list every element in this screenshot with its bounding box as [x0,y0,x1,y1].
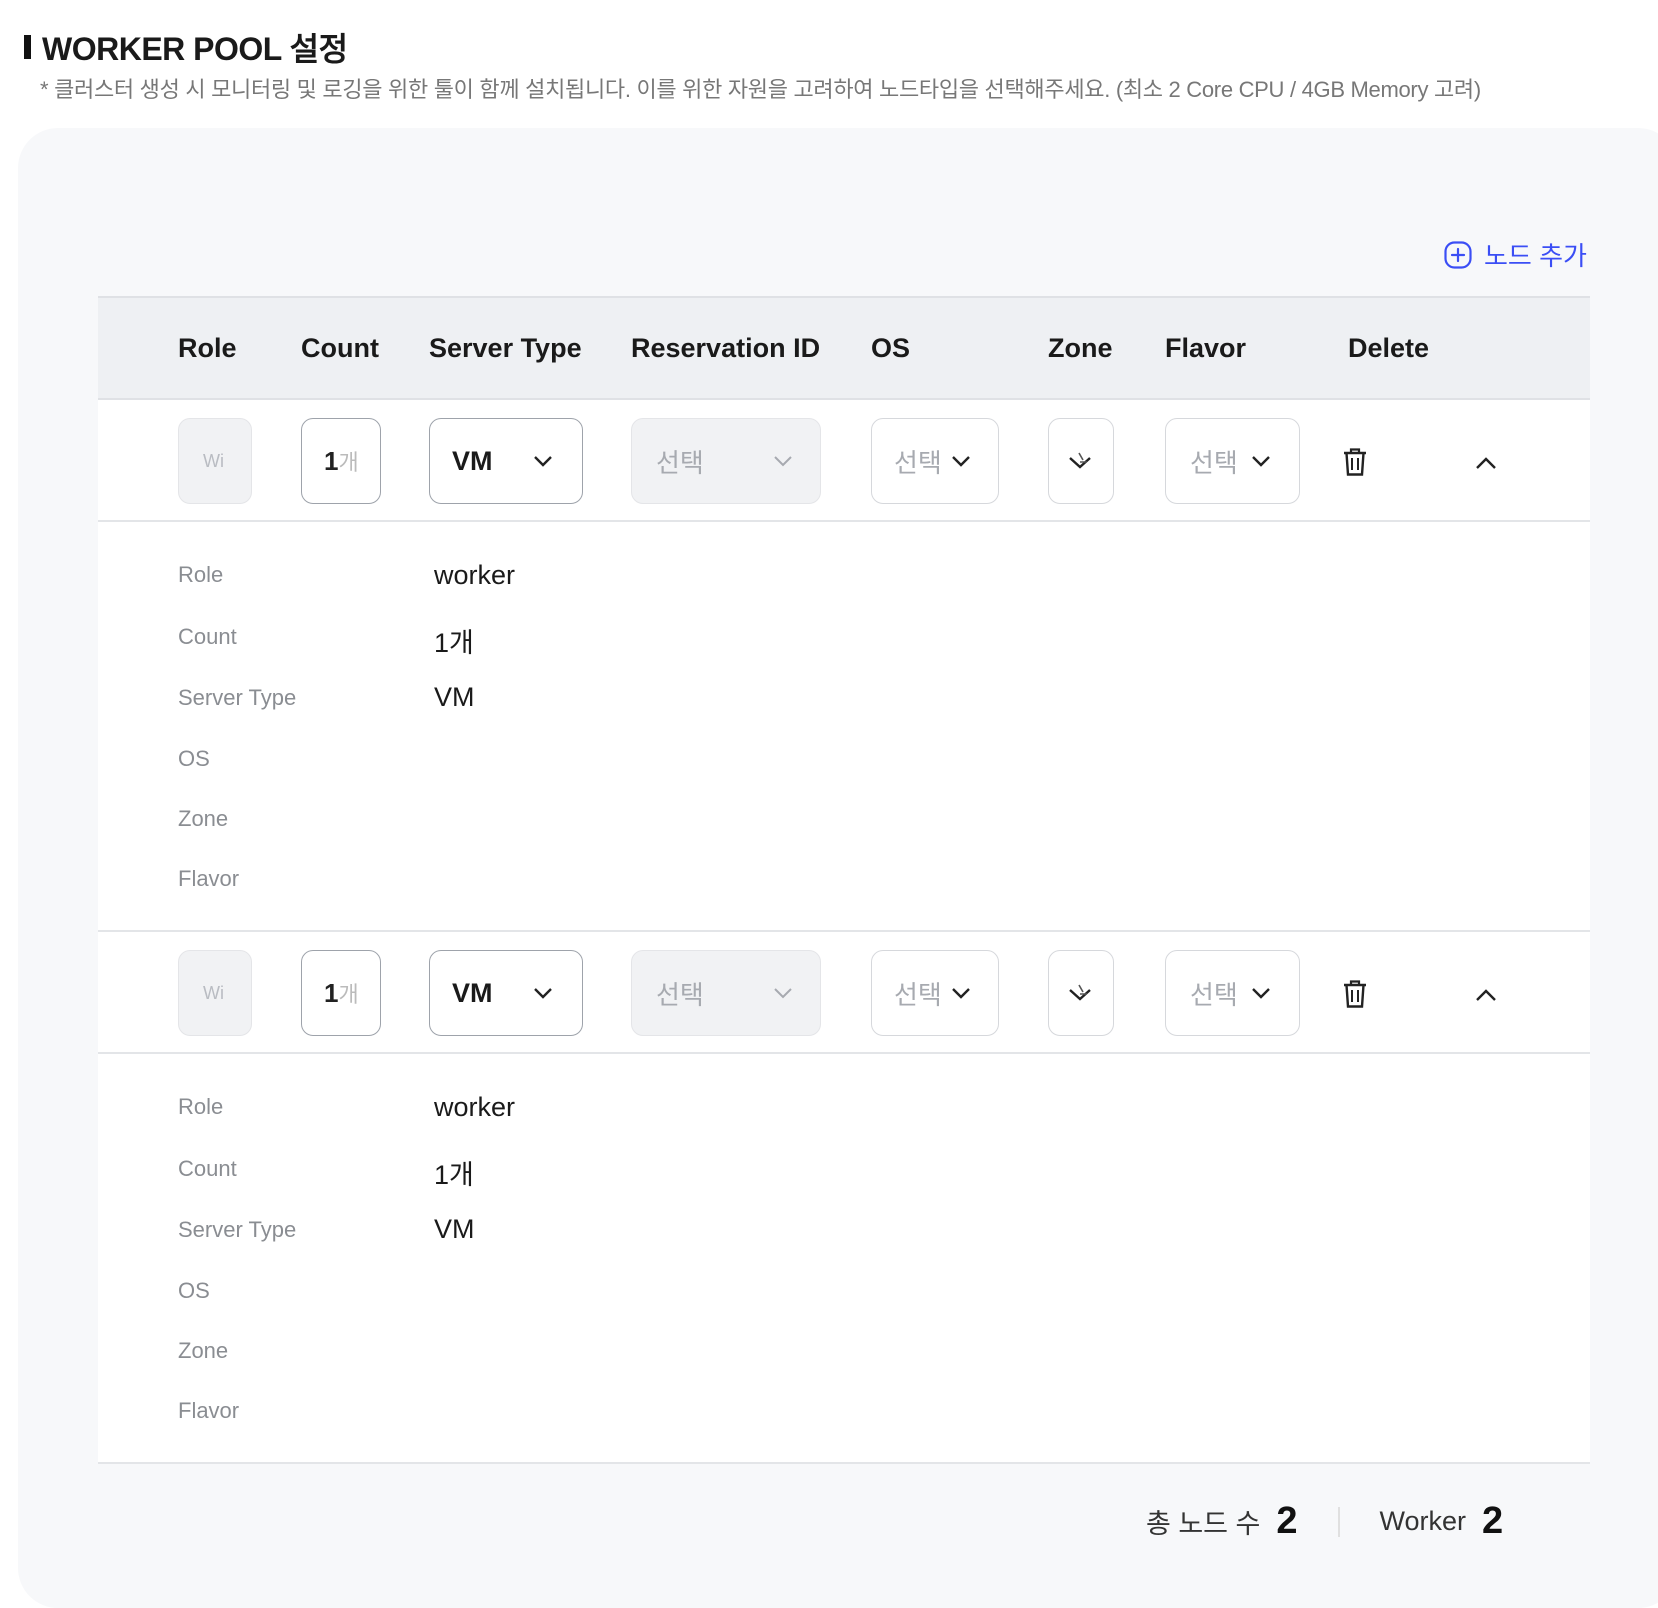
flavor-select[interactable]: 선택 [1165,418,1300,504]
role-input-value: Wi [203,982,224,1003]
chevron-up-icon[interactable] [1474,455,1498,471]
add-node-button[interactable]: 노드 추가 [1444,236,1587,273]
table-header: Role Count Server Type Reservation ID OS… [98,296,1590,400]
server-type-value: VM [452,977,493,1008]
detail-value-role: worker [434,560,516,590]
flavor-placeholder: 선택 [1190,447,1238,478]
detail-value-role: worker [434,1092,516,1122]
row-detail-panel: Role worker Count 1개 Server Type VM OS Z… [98,522,1590,932]
reservation-placeholder: 선택 [656,447,704,478]
column-header-os: OS [871,333,911,363]
section-title: WORKER POOL 설정 [24,24,348,70]
total-nodes-label: 총 노드 수 [1146,1509,1261,1539]
worker-count-value: 2 [1482,1500,1504,1542]
plus-circle-icon [1444,240,1472,269]
detail-label-os: OS [178,746,210,771]
zone-select[interactable] [1048,418,1114,504]
row-detail-panel: Role worker Count 1개 Server Type VM OS Z… [98,1054,1590,1464]
trash-icon[interactable] [1341,447,1369,477]
reservation-id-select[interactable]: 선택 [631,418,821,504]
column-header-delete: Delete [1348,333,1430,363]
reservation-id-select[interactable]: 선택 [631,950,821,1036]
chevron-down-icon [534,456,552,467]
worker-pool-table: Role Count Server Type Reservation ID OS… [98,296,1590,1464]
server-type-value: VM [452,445,493,476]
add-node-label: 노드 추가 [1484,241,1587,271]
detail-label-flavor: Flavor [178,1398,240,1423]
chevron-up-icon[interactable] [1474,987,1498,1003]
section-title-text: WORKER POOL 설정 [42,31,348,67]
reservation-placeholder: 선택 [656,979,704,1010]
role-input-value: Wi [203,450,224,471]
detail-label-server-type: Server Type [178,685,297,710]
detail-value-server-type: VM [434,682,475,712]
server-type-select[interactable]: VM [429,418,583,504]
table-row: Wi 1개 VM 선택 선택 선택 [98,400,1590,522]
column-header-count: Count [301,333,379,363]
os-select[interactable]: 선택 [871,950,999,1036]
role-input[interactable]: Wi [178,950,252,1036]
detail-label-zone: Zone [178,1338,229,1363]
detail-value-count: 1개 [434,1160,474,1190]
chevron-down-icon [1069,452,1091,469]
detail-label-server-type: Server Type [178,1217,297,1242]
column-header-zone: Zone [1048,333,1113,363]
count-unit: 개 [338,450,359,475]
detail-label-count: Count [178,1156,237,1181]
chevron-down-icon [534,988,552,999]
detail-label-os: OS [178,1278,210,1303]
detail-value-server-type: VM [434,1214,475,1244]
table-row: Wi 1개 VM 선택 선택 선택 [98,932,1590,1054]
column-header-server-type: Server Type [429,333,582,363]
zone-select[interactable] [1048,950,1114,1036]
column-header-reservation-id: Reservation ID [631,333,821,363]
chevron-down-icon [1252,456,1270,467]
os-select[interactable]: 선택 [871,418,999,504]
role-input[interactable]: Wi [178,418,252,504]
chevron-down-icon [1069,984,1091,1001]
os-placeholder: 선택 [894,447,942,478]
chevron-down-icon [774,988,792,999]
count-value: 1 [324,445,339,476]
section-note: * 클러스터 생성 시 모니터링 및 로깅을 위한 툴이 함께 설치됩니다. 이… [40,77,1481,102]
flavor-placeholder: 선택 [1190,979,1238,1010]
detail-label-role: Role [178,1094,224,1119]
detail-value-count: 1개 [434,628,474,658]
detail-label-count: Count [178,624,237,649]
detail-label-flavor: Flavor [178,866,240,891]
chevron-down-icon [952,456,970,467]
flavor-select[interactable]: 선택 [1165,950,1300,1036]
chevron-down-icon [952,988,970,999]
column-header-flavor: Flavor [1165,333,1247,363]
title-bar-marker [24,35,31,59]
server-type-select[interactable]: VM [429,950,583,1036]
count-unit: 개 [338,982,359,1007]
worker-count-label: Worker [1379,1506,1467,1536]
trash-icon[interactable] [1341,979,1369,1009]
detail-label-zone: Zone [178,806,229,831]
os-placeholder: 선택 [894,979,942,1010]
chevron-down-icon [774,456,792,467]
count-value: 1 [324,977,339,1008]
count-input[interactable]: 1개 [301,418,381,504]
count-input[interactable]: 1개 [301,950,381,1036]
column-header-role: Role [178,333,237,363]
detail-label-role: Role [178,562,224,587]
summary-divider [1337,1506,1340,1537]
chevron-down-icon [1252,988,1270,999]
node-summary: 총 노드 수 2 Worker 2 [1146,1500,1503,1543]
total-nodes-value: 2 [1276,1500,1298,1542]
